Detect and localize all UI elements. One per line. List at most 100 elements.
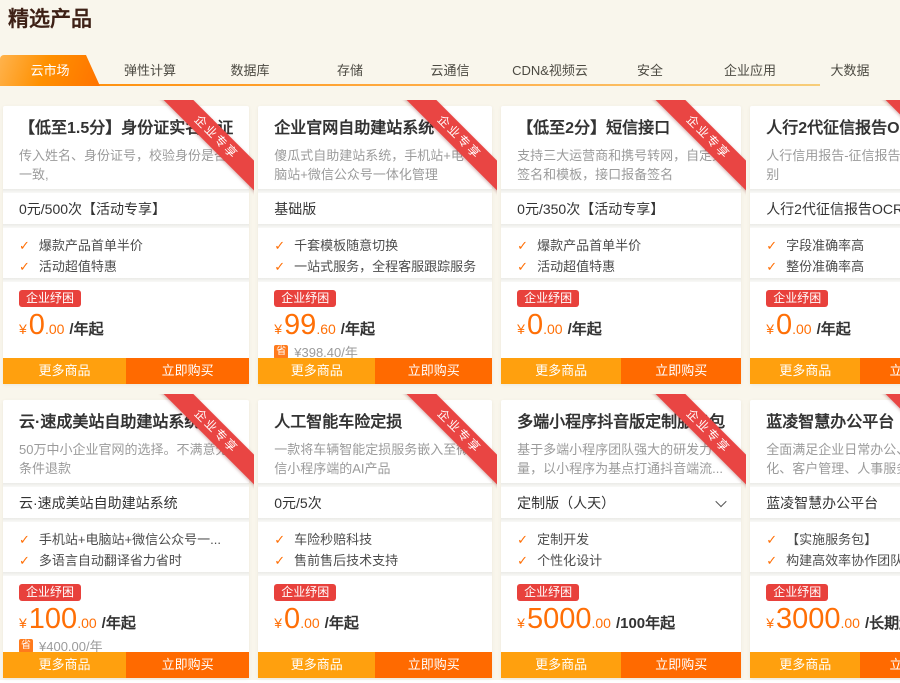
feature-list: ✓ 字段准确率高 ✓ 整份准确率高 (750, 228, 900, 278)
relief-badge: 企业纾困 (517, 584, 579, 601)
product-description: 傻瓜式自助建站系统，手机站+电脑站+微信公众号一体化管理 (274, 146, 476, 184)
spec-selector: 云·速成美站自助建站系统 (3, 487, 249, 518)
tab-3[interactable]: 存储 (300, 55, 400, 86)
tab-5[interactable]: CDN&视频云 (500, 55, 600, 86)
feature-item: ✓ 字段准确率高 (766, 235, 900, 256)
product-title[interactable]: 人行2代征信报告OCR识别 (766, 119, 900, 139)
price-decimal: .00 (792, 321, 811, 337)
feature-list: ✓ 定制开发 ✓ 个性化设计 (501, 522, 741, 572)
spec-label: 云·速成美站自助建站系统 (19, 493, 178, 513)
price-integer: 0 (284, 604, 300, 634)
check-icon: ✓ (517, 550, 528, 571)
price-section: 企业纾困 ¥ 100 .00 /年起 省 ¥400.00/年 (3, 576, 249, 652)
tab-8[interactable]: 大数据 (800, 55, 900, 86)
spec-selector[interactable]: 定制版（人天） (501, 487, 741, 518)
feature-text: 整份准确率高 (786, 256, 864, 277)
feature-item: ✓ 爆款产品首单半价 (19, 235, 233, 256)
price-integer: 5000 (527, 604, 592, 634)
buy-now-button[interactable]: 立即购买 (621, 358, 741, 384)
price: ¥ 100 .00 /年起 (19, 604, 233, 634)
price-unit: /年起 (325, 612, 359, 633)
price-section: 企业纾困 ¥ 99 .60 /年起 省 ¥398.40/年 (258, 282, 492, 358)
product-title[interactable]: 【低至1.5分】身份证实名认证 (19, 119, 233, 139)
card-header: 云·速成美站自助建站系统 50万中小企业官网的选择。不满意无条件退款 (3, 400, 249, 483)
more-products-button[interactable]: 更多商品 (750, 358, 860, 384)
product-title[interactable]: 云·速成美站自助建站系统 (19, 413, 233, 433)
check-icon: ✓ (766, 256, 777, 277)
spec-selector: 基础版 (258, 193, 492, 224)
price-integer: 99 (284, 310, 316, 340)
feature-list: ✓ 手机站+电脑站+微信公众号一... ✓ 多语言自动翻译省力省时 (3, 522, 249, 572)
check-icon: ✓ (19, 550, 30, 571)
feature-text: 售前售后技术支持 (294, 550, 398, 571)
more-products-button[interactable]: 更多商品 (3, 358, 126, 384)
feature-item: ✓ 活动超值特惠 (19, 256, 233, 277)
feature-item: ✓ 多语言自动翻译省力省时 (19, 550, 233, 571)
product-title[interactable]: 【低至2分】短信接口 (517, 119, 725, 139)
spec-label: 0元/5次 (274, 493, 321, 513)
card-buttons: 更多商品 立即购买 (258, 358, 492, 384)
feature-text: 爆款产品首单半价 (537, 235, 641, 256)
spec-label: 蓝凌智慧办公平台 (766, 493, 878, 513)
more-products-button[interactable]: 更多商品 (750, 652, 860, 678)
relief-badge: 企业纾困 (517, 290, 579, 307)
tab-4[interactable]: 云通信 (400, 55, 500, 86)
tab-2[interactable]: 数据库 (200, 55, 300, 86)
price-section: 企业纾困 ¥ 0 .00 /年起 省 (501, 282, 741, 358)
currency-symbol: ¥ (19, 615, 27, 631)
buy-now-button[interactable]: 立即购买 (621, 652, 741, 678)
original-price: 省 ¥398.40/年 (274, 342, 476, 358)
currency-symbol: ¥ (517, 321, 525, 337)
more-products-button[interactable]: 更多商品 (3, 652, 126, 678)
check-icon: ✓ (517, 235, 528, 256)
price-unit: /年起 (817, 318, 851, 339)
price-decimal: .00 (841, 615, 860, 631)
more-products-button[interactable]: 更多商品 (501, 358, 621, 384)
buy-now-button[interactable]: 立即购买 (375, 652, 492, 678)
product-title[interactable]: 多端小程序抖音版定制服务包 (517, 413, 725, 433)
product-title[interactable]: 蓝凌智慧办公平台 (766, 413, 900, 433)
card-header: 【低至2分】短信接口 支持三大运营商和携号转网，自定义签名和模板，接口报备签名 (501, 106, 741, 189)
buy-now-button[interactable]: 立即购买 (375, 358, 492, 384)
spec-label: 人行2代征信报告OCR识别 (766, 199, 900, 219)
tab-7[interactable]: 企业应用 (700, 55, 800, 86)
buy-now-button[interactable]: 立即购买 (126, 652, 249, 678)
price-section: 企业纾困 ¥ 0 .00 /年起 省 (258, 576, 492, 652)
buy-now-button[interactable]: 立即购买 (860, 358, 900, 384)
spec-label: 定制版（人天） (517, 493, 615, 513)
card-buttons: 更多商品 立即购买 (3, 652, 249, 678)
price-unit: /年起 (341, 318, 375, 339)
buy-now-button[interactable]: 立即购买 (126, 358, 249, 384)
more-products-button[interactable]: 更多商品 (258, 652, 375, 678)
product-card-6: 企业专享 多端小程序抖音版定制服务包 基于多端小程序团队强大的研发力量，以小程序… (501, 400, 741, 678)
check-icon: ✓ (766, 529, 777, 550)
product-description: 全面满足企业日常办公、企业文化、客户管理、人事服务、行政服务等... (766, 440, 900, 478)
price: ¥ 0 .00 /年起 (766, 310, 900, 340)
feature-list: ✓ 车险秒赔科技 ✓ 售前售后技术支持 (258, 522, 492, 572)
feature-item: ✓ 售前售后技术支持 (274, 550, 476, 571)
more-products-button[interactable]: 更多商品 (501, 652, 621, 678)
product-title[interactable]: 企业官网自助建站系统 (274, 119, 476, 139)
feature-item: ✓ 个性化设计 (517, 550, 725, 571)
product-title[interactable]: 人工智能车险定损 (274, 413, 476, 433)
tab-0[interactable]: 云市场 (0, 55, 100, 86)
buy-now-button[interactable]: 立即购买 (860, 652, 900, 678)
card-buttons: 更多商品 立即购买 (3, 358, 249, 384)
spec-selector: 人行2代征信报告OCR识别 (750, 193, 900, 224)
tab-1[interactable]: 弹性计算 (100, 55, 200, 86)
product-description: 人行信用报告-征信报告OCR识别 (766, 146, 900, 184)
currency-symbol: ¥ (274, 321, 282, 337)
product-description: 传入姓名、身份证号，校验身份是否一致, (19, 146, 233, 184)
more-products-button[interactable]: 更多商品 (258, 358, 375, 384)
category-tabbar: 云市场弹性计算数据库存储云通信CDN&视频云安全企业应用大数据 (0, 55, 900, 86)
feature-text: 爆款产品首单半价 (39, 235, 143, 256)
price-integer: 0 (527, 310, 543, 340)
tab-6[interactable]: 安全 (600, 55, 700, 86)
spec-selector: 蓝凌智慧办公平台 (750, 487, 900, 518)
original-price-text: ¥398.40/年 (294, 342, 358, 358)
spec-selector: 0元/5次 (258, 487, 492, 518)
price-unit: /100年起 (616, 612, 675, 633)
card-buttons: 更多商品 立即购买 (501, 652, 741, 678)
price: ¥ 3000 .00 /长期起 (766, 604, 900, 634)
price-section: 企业纾困 ¥ 0 .00 /年起 省 (750, 282, 900, 358)
